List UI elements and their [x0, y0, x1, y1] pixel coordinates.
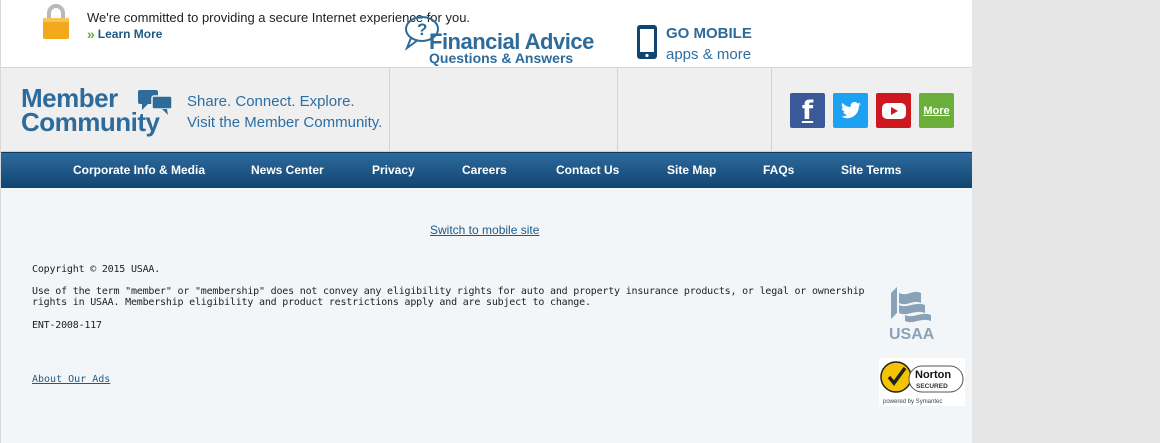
legal-disclaimer: Use of the term "member" or "membership"… — [32, 286, 865, 308]
youtube-play-icon — [881, 102, 906, 119]
question-glyph: ? — [417, 20, 427, 39]
chat-bubbles-icon — [138, 90, 173, 115]
youtube-icon[interactable] — [876, 93, 911, 128]
learn-more-link[interactable]: » Learn More — [87, 26, 162, 42]
nav-careers[interactable]: Careers — [462, 163, 507, 177]
facebook-icon[interactable]: f — [790, 93, 825, 128]
norton-label: Norton — [915, 369, 951, 381]
go-mobile-promo[interactable] — [618, 68, 772, 152]
financial-advice-subtitle: Questions & Answers — [429, 50, 574, 66]
norton-secured-badge[interactable]: Norton SECURED powered by Symantec — [879, 358, 965, 406]
about-our-ads-link[interactable]: About Our Ads — [32, 374, 110, 385]
go-mobile-subtitle: apps & more — [666, 46, 752, 63]
member-community-promo[interactable]: Member Community Share. Connect. Explore… — [1, 68, 390, 152]
twitter-bird-icon — [840, 101, 861, 118]
promo-strip: Member Community Share. Connect. Explore… — [1, 68, 972, 152]
lock-icon — [43, 4, 69, 39]
learn-more-label: Learn More — [97, 27, 163, 41]
double-chevron-icon: » — [87, 26, 95, 42]
copyright-text: Copyright © 2015 USAA. — [32, 264, 161, 275]
nav-news-center[interactable]: News Center — [251, 163, 324, 177]
usaa-logo: USAA — [889, 287, 935, 343]
nav-contact-us[interactable]: Contact Us — [556, 163, 619, 177]
document-code: ENT-2008-117 — [32, 320, 102, 331]
financial-advice-promo[interactable] — [390, 68, 618, 152]
go-mobile-title: GO MOBILE — [666, 25, 752, 42]
nav-faqs[interactable]: FAQs — [763, 163, 794, 177]
tagline-line-2: Visit the Member Community. — [187, 114, 383, 131]
nav-corporate-info[interactable]: Corporate Info & Media — [73, 163, 205, 177]
usaa-logo-text: USAA — [889, 326, 935, 343]
smartphone-icon — [637, 25, 657, 59]
nav-site-terms[interactable]: Site Terms — [841, 163, 901, 177]
footer: Switch to mobile site Copyright © 2015 U… — [1, 188, 972, 443]
member-community-tagline: Share. Connect. Explore. Visit the Membe… — [187, 91, 382, 133]
secured-label: SECURED — [916, 383, 948, 390]
more-social-button[interactable]: More — [919, 93, 954, 128]
page: We're committed to providing a secure In… — [0, 0, 972, 443]
switch-to-mobile-link[interactable]: Switch to mobile site — [430, 223, 539, 237]
powered-by-symantec: powered by Symantec — [883, 399, 942, 405]
footer-nav: Corporate Info & Media News Center Priva… — [1, 152, 972, 188]
nav-site-map[interactable]: Site Map — [667, 163, 716, 177]
nav-privacy[interactable]: Privacy — [372, 163, 415, 177]
twitter-icon[interactable] — [833, 93, 868, 128]
tagline-line-1: Share. Connect. Explore. — [187, 93, 355, 110]
